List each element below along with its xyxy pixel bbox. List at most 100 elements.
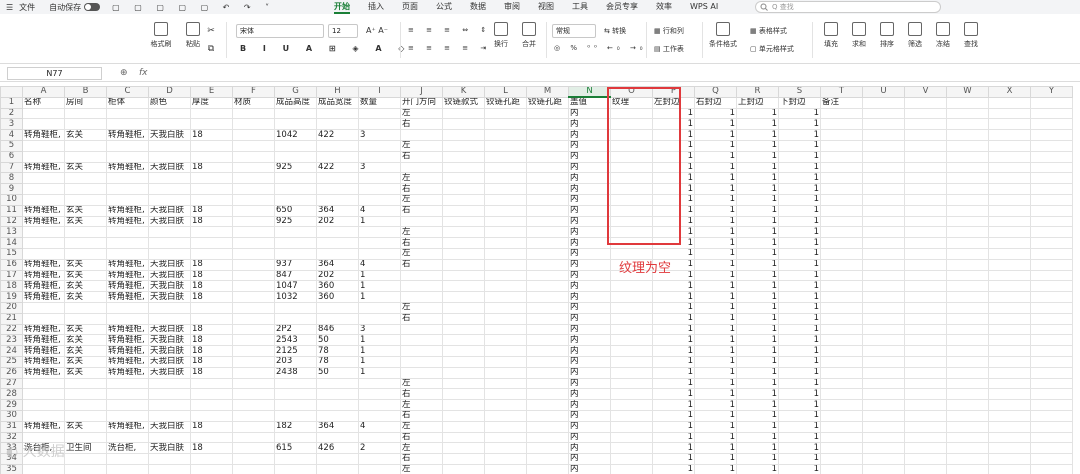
- cell[interactable]: [232, 247, 275, 260]
- cell[interactable]: [64, 431, 107, 444]
- cell[interactable]: [442, 453, 485, 465]
- cell[interactable]: 1: [778, 377, 821, 390]
- cell[interactable]: 3: [358, 323, 401, 336]
- cell[interactable]: 846: [316, 323, 359, 336]
- cell[interactable]: [358, 377, 401, 390]
- cell[interactable]: 78: [316, 345, 359, 357]
- cell[interactable]: [946, 161, 989, 174]
- cell[interactable]: [400, 366, 443, 379]
- cell[interactable]: [526, 291, 569, 303]
- cell[interactable]: 内: [568, 150, 611, 163]
- cell[interactable]: [358, 150, 401, 163]
- cell[interactable]: [22, 118, 65, 131]
- cell[interactable]: [442, 442, 485, 455]
- cell[interactable]: [274, 301, 317, 314]
- cell[interactable]: [106, 247, 149, 260]
- cell[interactable]: [232, 183, 275, 195]
- cell[interactable]: [64, 172, 107, 185]
- cell[interactable]: [526, 377, 569, 390]
- cell[interactable]: 1: [694, 420, 737, 433]
- cell[interactable]: 364: [316, 420, 359, 433]
- cell[interactable]: 1: [778, 258, 821, 271]
- search-input[interactable]: Q 查找: [755, 1, 941, 13]
- cell[interactable]: 天我白肤: [148, 280, 191, 293]
- cell[interactable]: 360: [316, 291, 359, 303]
- cell[interactable]: [442, 388, 485, 401]
- column-header[interactable]: H: [316, 86, 359, 98]
- cell[interactable]: 1: [358, 280, 401, 293]
- cell[interactable]: 转角鞋柜,: [22, 161, 65, 174]
- cell[interactable]: [316, 463, 359, 474]
- cell[interactable]: 开门方向: [400, 96, 443, 109]
- cell[interactable]: [442, 172, 485, 185]
- menu-icon[interactable]: ☰: [6, 3, 13, 12]
- cell[interactable]: [862, 366, 905, 379]
- cell[interactable]: 内: [568, 323, 611, 336]
- cell[interactable]: [904, 409, 947, 422]
- cell[interactable]: [106, 237, 149, 249]
- row-header[interactable]: 29: [0, 399, 23, 411]
- cell[interactable]: [526, 355, 569, 368]
- cell[interactable]: [862, 215, 905, 228]
- cell[interactable]: 1: [736, 139, 779, 152]
- cell[interactable]: 1: [778, 388, 821, 401]
- cell[interactable]: [484, 399, 527, 411]
- cell[interactable]: 名称: [22, 96, 65, 109]
- cell[interactable]: 1: [652, 345, 695, 357]
- cell[interactable]: [274, 409, 317, 422]
- cell[interactable]: 转角鞋柜,: [22, 269, 65, 282]
- cell[interactable]: [232, 334, 275, 347]
- cell[interactable]: [106, 431, 149, 444]
- cell[interactable]: [232, 107, 275, 120]
- cell[interactable]: 1: [736, 280, 779, 293]
- cell[interactable]: 182: [274, 420, 317, 433]
- cell[interactable]: [526, 442, 569, 455]
- cell[interactable]: [484, 129, 527, 141]
- spreadsheet-grid[interactable]: A B C D E F G H I J K L M N O P Q R S T U V W X Y 1 名称 房间 柜体 颜色 厚度 材质 成品…: [0, 86, 1080, 474]
- cell[interactable]: [316, 237, 359, 249]
- cell[interactable]: [316, 118, 359, 131]
- cell[interactable]: 天我白肤: [148, 129, 191, 141]
- cell[interactable]: [232, 388, 275, 401]
- cell[interactable]: 转角鞋柜,: [106, 204, 149, 217]
- cell[interactable]: 转角鞋柜,: [106, 269, 149, 282]
- cell[interactable]: [862, 161, 905, 174]
- cell[interactable]: [190, 463, 233, 474]
- cell[interactable]: [64, 377, 107, 390]
- cell[interactable]: [820, 355, 863, 368]
- cell[interactable]: 天我白肤: [148, 258, 191, 271]
- cell[interactable]: [232, 129, 275, 141]
- row-header[interactable]: 8: [0, 172, 23, 185]
- cell[interactable]: [106, 388, 149, 401]
- cell[interactable]: 4: [358, 258, 401, 271]
- cell[interactable]: [442, 204, 485, 217]
- cell[interactable]: [190, 172, 233, 185]
- cell[interactable]: [484, 172, 527, 185]
- cell[interactable]: 天我白肤: [148, 334, 191, 347]
- cell[interactable]: [1030, 345, 1073, 357]
- cell[interactable]: 2543: [274, 334, 317, 347]
- cell[interactable]: [484, 258, 527, 271]
- cell[interactable]: [904, 118, 947, 131]
- cell[interactable]: 1032: [274, 291, 317, 303]
- formula-input[interactable]: [158, 66, 1070, 81]
- cell[interactable]: [442, 301, 485, 314]
- cell[interactable]: 1: [652, 291, 695, 303]
- cell[interactable]: 1: [778, 463, 821, 474]
- cell[interactable]: 1: [736, 247, 779, 260]
- row-header[interactable]: 11: [0, 204, 23, 217]
- cell[interactable]: [1030, 312, 1073, 325]
- cell[interactable]: [904, 226, 947, 239]
- find-button[interactable]: 查找: [956, 22, 986, 49]
- cell[interactable]: 内: [568, 355, 611, 368]
- cell[interactable]: 转角鞋柜,: [106, 129, 149, 141]
- cell[interactable]: 202: [316, 269, 359, 282]
- cell[interactable]: [946, 258, 989, 271]
- cell[interactable]: [400, 269, 443, 282]
- cell[interactable]: [820, 129, 863, 141]
- cell[interactable]: [862, 420, 905, 433]
- cell[interactable]: [274, 107, 317, 120]
- cell[interactable]: [820, 377, 863, 390]
- cell[interactable]: 左: [400, 139, 443, 152]
- cell[interactable]: [946, 409, 989, 422]
